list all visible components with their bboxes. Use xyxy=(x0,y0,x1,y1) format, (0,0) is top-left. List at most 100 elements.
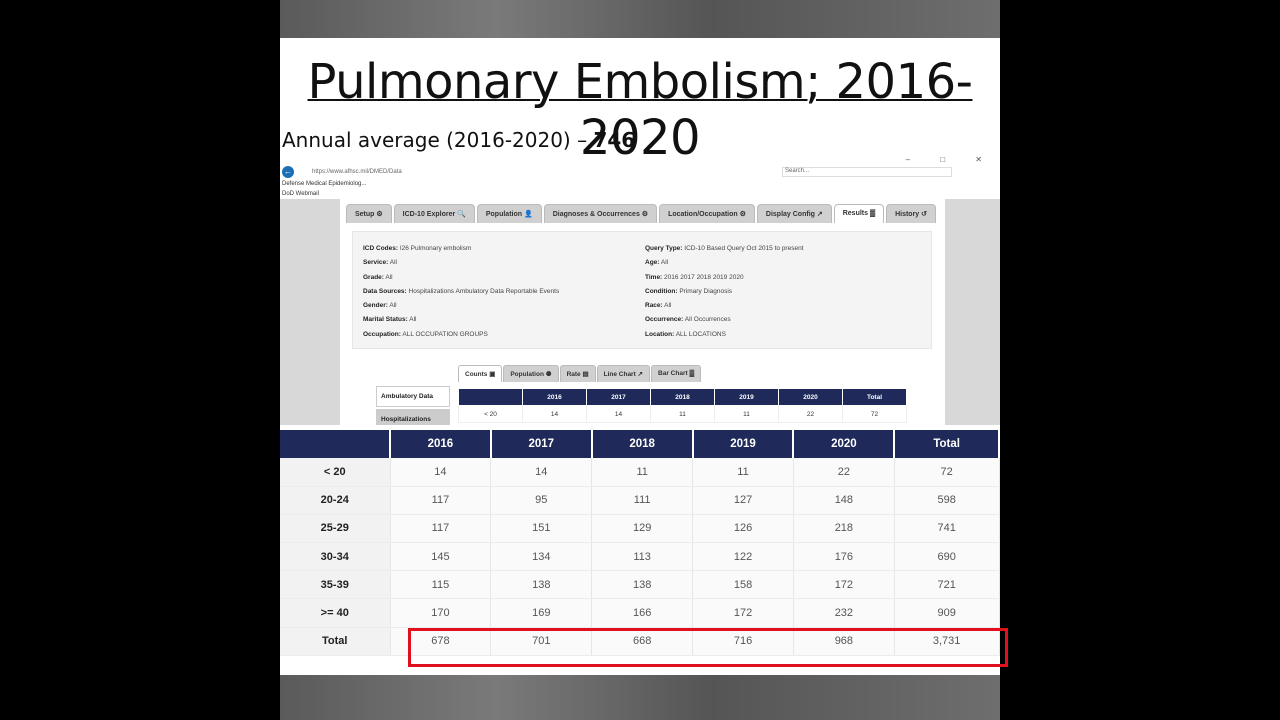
summary-key: Occupation: xyxy=(363,330,401,338)
background-bottom xyxy=(280,675,1000,720)
zoomed-results-table: 2016 2017 2018 2019 2020 Total < 20 14 14 11 11 22 7… xyxy=(280,430,1008,670)
table-cell: 14 xyxy=(490,458,593,487)
main-tab[interactable]: Location/Occupation ⚙ xyxy=(659,204,755,223)
summary-row: Time: 2016 2017 2018 2019 2020 xyxy=(645,271,804,285)
summary-value: Hospitalizations Ambulatory Data Reporta… xyxy=(408,287,560,295)
summary-value: All xyxy=(660,259,669,267)
table-cell: 158 xyxy=(692,570,794,600)
table-cell: < 20 xyxy=(458,405,523,423)
summary-right: Query Type: ICD-10 Based Query Oct 2015 … xyxy=(645,242,804,342)
main-tab[interactable]: History ↺ xyxy=(886,204,937,223)
table-cell: 25-29 xyxy=(280,514,391,544)
result-tab[interactable]: Line Chart ↗ xyxy=(596,365,651,382)
summary-row: Gender: All xyxy=(363,299,559,313)
back-icon[interactable]: ← xyxy=(282,166,294,178)
annual-average: 746 xyxy=(593,128,636,152)
table-cell: 122 xyxy=(692,542,794,572)
summary-value: All xyxy=(385,273,393,281)
table-cell: 11 xyxy=(591,458,694,487)
summary-row: Age: All xyxy=(645,256,804,270)
table-cell: 11 xyxy=(714,405,779,423)
summary-key: Occurrence: xyxy=(645,316,684,324)
table-row: 20-24 117 95 111 127 148 598 xyxy=(280,486,1000,515)
side-tab-hospitalizations[interactable]: Hospitalizations xyxy=(376,409,450,425)
summary-row: Data Sources: Hospitalizations Ambulator… xyxy=(363,285,559,299)
table-cell: 11 xyxy=(692,458,794,487)
main-tab[interactable]: ICD-10 Explorer 🔍 xyxy=(393,204,475,223)
table-cell: 72 xyxy=(842,405,907,423)
page-content: Setup ⚙ ICD-10 Explorer 🔍 Population 👤 Diag… xyxy=(280,199,1000,425)
table-cell: 172 xyxy=(692,598,794,628)
window-controls[interactable]: – □ ✕ xyxy=(906,155,996,164)
main-tab[interactable]: Display Config ↗ xyxy=(756,204,832,223)
table-row: 35-39 115 138 138 158 172 721 xyxy=(280,570,1000,600)
result-tab[interactable]: Rate ▤ xyxy=(559,365,596,382)
summary-key: Location: xyxy=(645,330,675,338)
summary-value: I26 Pulmonary embolism xyxy=(399,245,472,252)
summary-key: Race: xyxy=(645,302,663,310)
main-tab[interactable]: Diagnoses & Occurrences ⚙ xyxy=(543,204,658,223)
table-cell: 14 xyxy=(586,405,651,423)
summary-value: All xyxy=(409,316,417,324)
table-cell: Total xyxy=(280,627,391,656)
table-row: >= 40 170 169 166 172 232 909 xyxy=(280,598,1000,628)
mini-results-table: 2016 2017 2018 2019 2020 Total < 20 14 14 11 11 22 7… xyxy=(458,388,907,423)
table-cell: 172 xyxy=(793,570,895,600)
favorite-link[interactable]: DoD Webmail xyxy=(282,191,319,197)
summary-row: Race: All xyxy=(645,299,804,313)
table-cell: 11 xyxy=(650,405,715,423)
main-tab[interactable]: Population 👤 xyxy=(476,204,542,223)
result-tab[interactable]: Bar Chart ▓ xyxy=(651,365,702,382)
browser-tab[interactable]: Defense Medical Epidemiolog... xyxy=(282,181,366,187)
table-row: 25-29 117 151 129 126 218 741 xyxy=(280,514,1000,544)
column-header: 2017 xyxy=(586,388,651,406)
main-tab[interactable]: Setup ⚙ xyxy=(346,204,392,223)
summary-row: Occupation: ALL OCCUPATION GROUPS xyxy=(363,328,559,342)
table-header-row: 2016 2017 2018 2019 2020 Total xyxy=(458,388,907,406)
result-tab[interactable]: Population ⚉ xyxy=(503,365,559,382)
summary-row: Location: ALL LOCATIONS xyxy=(645,328,804,342)
table-cell: 126 xyxy=(692,514,794,544)
column-header: 2020 xyxy=(793,430,896,458)
summary-row: Service: All xyxy=(363,256,559,270)
column-header: 2017 xyxy=(490,430,593,458)
summary-row: Condition: Primary Diagnosis xyxy=(645,285,804,299)
summary-value: Primary Diagnosis xyxy=(679,287,733,295)
result-tab[interactable]: Counts ▣ xyxy=(458,365,503,382)
summary-key: Data Sources: xyxy=(363,287,407,295)
subtitle-text: Annual average (2016-2020) – xyxy=(282,128,594,152)
table-cell: 134 xyxy=(490,542,593,572)
results-table: 2016 2017 2018 2019 2020 Total < 20 14 14 11 11 22 7… xyxy=(280,430,1000,656)
summary-value: 2016 2017 2018 2019 2020 xyxy=(664,273,744,281)
table-cell: 138 xyxy=(591,570,694,600)
table-cell: 113 xyxy=(591,542,694,572)
summary-row: Occurrence: All Occurrences xyxy=(645,313,804,327)
column-header: 2018 xyxy=(591,430,694,458)
table-cell: 170 xyxy=(390,598,492,628)
table-cell: 20-24 xyxy=(280,486,391,515)
summary-value: All xyxy=(389,259,397,267)
column-header: 2020 xyxy=(778,388,843,406)
column-header xyxy=(458,388,523,406)
column-header xyxy=(280,430,391,458)
table-cell: < 20 xyxy=(280,458,391,487)
table-cell: 22 xyxy=(793,458,895,487)
background-top xyxy=(280,0,1000,38)
summary-value: All xyxy=(664,302,672,310)
url-field[interactable]: https://www.afhsc.mil/DMED/Data xyxy=(312,169,782,175)
column-header: Total xyxy=(894,430,1000,458)
search-input[interactable]: Search... xyxy=(782,167,952,177)
table-cell: 145 xyxy=(390,542,492,572)
table-cell: 166 xyxy=(591,598,694,628)
side-tab-ambulatory[interactable]: Ambulatory Data xyxy=(376,386,450,407)
table-cell: 138 xyxy=(490,570,593,600)
main-tabs: Setup ⚙ ICD-10 Explorer 🔍 Population 👤 Diag… xyxy=(346,204,937,223)
summary-value: ALL OCCUPATION GROUPS xyxy=(402,330,488,338)
summary-key: Query Type: xyxy=(645,245,683,252)
table-cell: 741 xyxy=(894,514,1000,544)
main-tab[interactable]: Results ▓ xyxy=(833,204,885,223)
table-cell: 95 xyxy=(490,486,593,515)
table-cell: 30-34 xyxy=(280,542,391,572)
table-row: 30-34 145 134 113 122 176 690 xyxy=(280,542,1000,572)
table-cell: 148 xyxy=(793,486,895,515)
